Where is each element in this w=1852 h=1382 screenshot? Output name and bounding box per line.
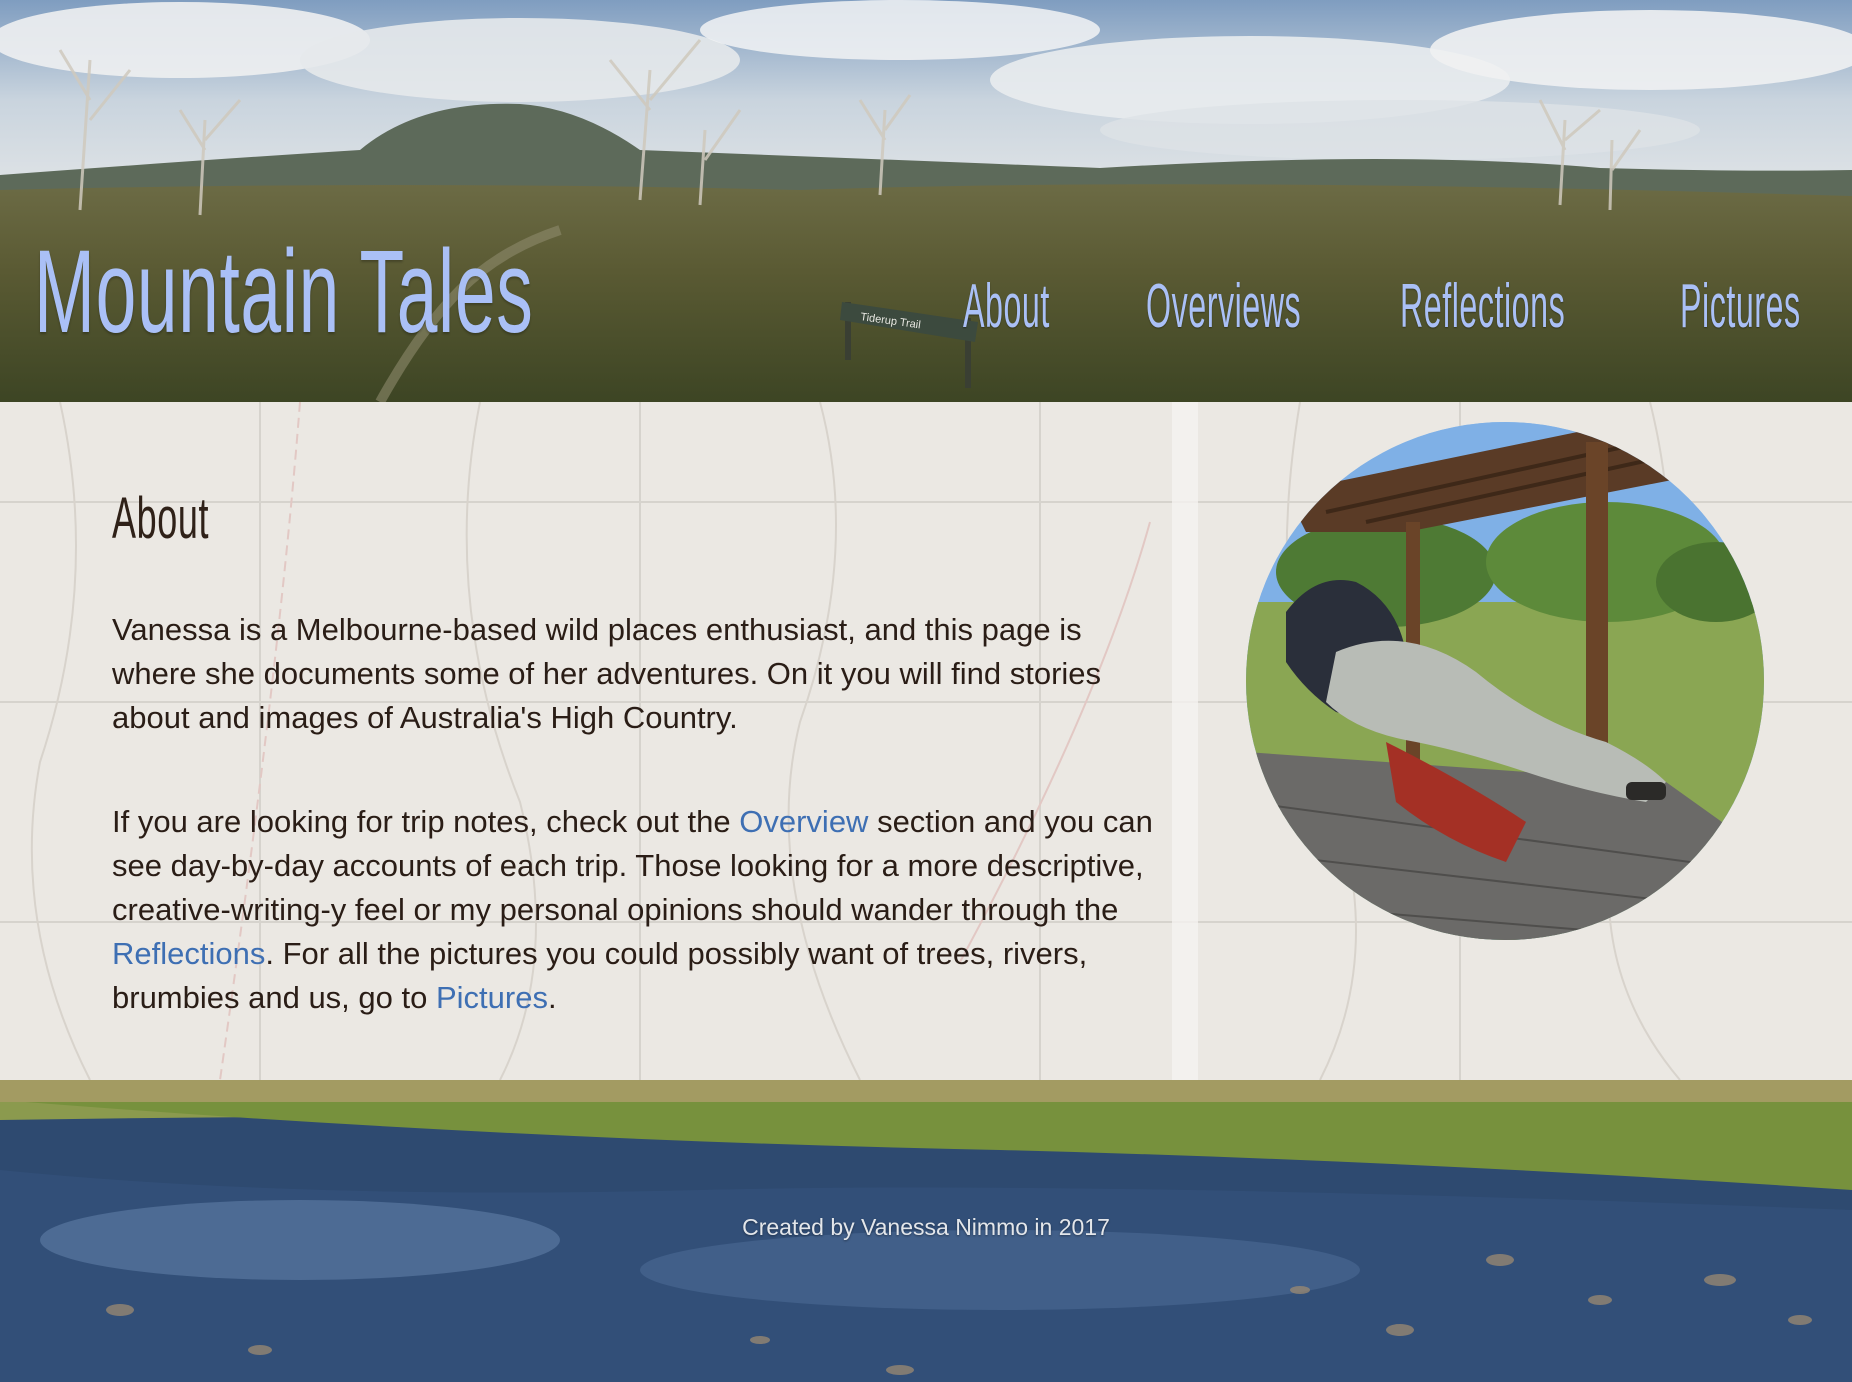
reflections-link[interactable]: Reflections [112, 936, 265, 971]
about-section: About Vanessa is a Melbourne-based wild … [0, 402, 1852, 1080]
about-heading: About [112, 486, 210, 551]
footer: Created by Vanessa Nimmo in 2017 [0, 1080, 1852, 1382]
about-paragraph-navigation: If you are looking for trip notes, check… [112, 800, 1172, 1020]
profile-photo-image [1246, 422, 1764, 940]
page: Tiderup Trail Mountain Tales About Overv… [0, 0, 1852, 1382]
paragraph-text: . [547, 980, 557, 1015]
nav-overviews[interactable]: Overviews [1146, 272, 1301, 342]
main-nav: About Overviews Reflections Pictures [0, 0, 1852, 402]
profile-photo [1246, 422, 1764, 940]
paragraph-text: If you are looking for trip notes, check… [112, 804, 740, 839]
nav-pictures[interactable]: Pictures [1680, 272, 1801, 342]
nav-reflections[interactable]: Reflections [1400, 272, 1565, 342]
overview-link[interactable]: Overview [739, 804, 868, 839]
about-paragraph-intro: Vanessa is a Melbourne-based wild places… [112, 612, 1102, 735]
header-banner: Tiderup Trail Mountain Tales About Overv… [0, 0, 1852, 402]
nav-about[interactable]: About [963, 272, 1050, 342]
pictures-link[interactable]: Pictures [436, 980, 548, 1015]
footer-credit: Created by Vanessa Nimmo in 2017 [742, 1214, 1110, 1240]
